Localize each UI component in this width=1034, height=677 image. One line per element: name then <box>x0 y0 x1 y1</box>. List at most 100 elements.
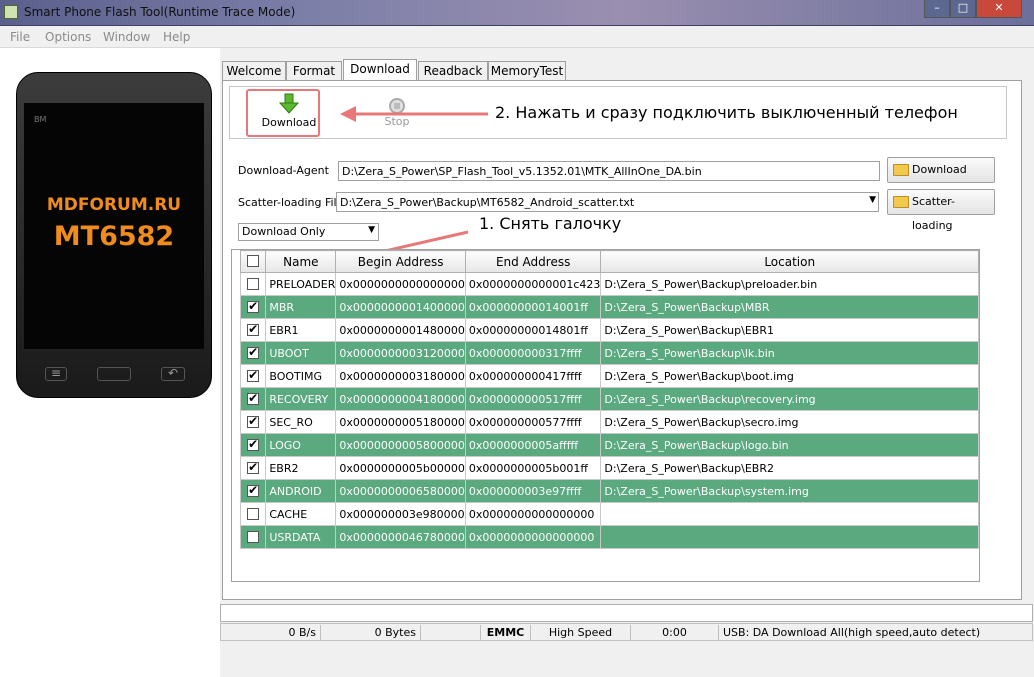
menu-options[interactable]: Options <box>45 30 91 44</box>
begin-address: 0x0000000003120000 <box>335 341 466 365</box>
column-name: Name <box>265 250 337 273</box>
end-address: 0x000000000417ffff <box>464 364 602 388</box>
download-agent-field[interactable]: D:\Zera_S_Power\SP_Flash_Tool_v5.1352.01… <box>338 161 880 181</box>
column-location: Location <box>600 250 979 273</box>
minimize-icon: – <box>934 1 940 14</box>
file-location[interactable] <box>600 525 979 549</box>
row-checkbox-cell[interactable] <box>239 479 267 503</box>
status-mode: High Speed <box>531 625 631 640</box>
row-checkbox-cell[interactable] <box>239 387 267 411</box>
file-location[interactable]: D:\Zera_S_Power\Backup\system.img <box>600 479 979 503</box>
row-checkbox[interactable] <box>247 507 260 520</box>
mode-select-value: Download Only <box>242 225 326 238</box>
tab-download[interactable]: Download <box>343 59 417 81</box>
row-checkbox[interactable] <box>247 530 260 543</box>
annotation-step1: 1. Снять галочку <box>479 214 622 233</box>
stop-button[interactable]: Stop <box>375 97 419 135</box>
tab-welcome[interactable]: Welcome <box>222 61 286 81</box>
table-row[interactable]: USRDATA 0x0000000046780000 0x0000000000000… <box>239 525 979 549</box>
table-row[interactable]: PRELOADER 0x0000000000000000 0x00000000000… <box>239 272 979 296</box>
begin-address: 0x0000000001480000 <box>335 318 466 342</box>
progress-bar <box>220 604 1033 622</box>
mode-select[interactable]: Download Only ▼ <box>238 223 379 241</box>
file-location[interactable]: D:\Zera_S_Power\Backup\logo.bin <box>600 433 979 457</box>
phone-text-forum: MDFORUM.RU <box>46 195 182 215</box>
tab-readback[interactable]: Readback <box>418 61 488 81</box>
row-checkbox[interactable] <box>247 414 260 428</box>
download-agent-label: Download-Agent <box>238 164 329 177</box>
menu-window[interactable]: Window <box>103 30 150 44</box>
file-location[interactable]: D:\Zera_S_Power\Backup\secro.img <box>600 410 979 434</box>
file-location[interactable] <box>600 502 979 526</box>
table-row[interactable]: RECOVERY0x00000000041800000x000000000517… <box>239 387 979 411</box>
file-location[interactable]: D:\Zera_S_Power\Backup\recovery.img <box>600 387 979 411</box>
row-checkbox-cell[interactable] <box>239 295 267 319</box>
maximize-button[interactable]: □ <box>950 0 976 18</box>
end-address: 0x000000000577ffff <box>464 410 602 434</box>
table-row[interactable]: EBR10x00000000014800000x00000000014801ff… <box>239 318 979 342</box>
row-checkbox-cell[interactable] <box>239 410 267 434</box>
app-icon <box>4 5 18 19</box>
scatter-label: Scatter-loading File <box>238 196 344 209</box>
row-checkbox[interactable] <box>247 345 260 359</box>
row-checkbox[interactable] <box>247 322 260 336</box>
row-checkbox[interactable] <box>247 437 260 451</box>
column-begin-address: Begin Address <box>335 250 466 273</box>
menu-file[interactable]: File <box>10 30 30 44</box>
table-row[interactable]: CACHE 0x000000003e980000 0x000000000000000… <box>239 502 979 526</box>
scatter-field[interactable]: D:\Zera_S_Power\Backup\MT6582_Android_sc… <box>336 192 879 212</box>
end-address: 0x0000000000000000 <box>464 502 602 526</box>
menu-help[interactable]: Help <box>163 30 190 44</box>
table-row[interactable]: ANDROID0x00000000065800000x000000003e97f… <box>239 479 979 503</box>
table-row[interactable]: UBOOT0x00000000031200000x000000000317fff… <box>239 341 979 365</box>
file-location[interactable]: D:\Zera_S_Power\Backup\EBR2 <box>600 456 979 480</box>
tab-format[interactable]: Format <box>286 61 342 81</box>
close-button[interactable]: ✕ <box>976 0 1022 18</box>
row-checkbox[interactable] <box>247 391 260 405</box>
begin-address: 0x0000000006580000 <box>335 479 466 503</box>
row-checkbox-cell[interactable] <box>239 502 267 526</box>
folder-icon <box>893 196 909 208</box>
row-checkbox-cell[interactable] <box>239 456 267 480</box>
window-title: Smart Phone Flash Tool(Runtime Trace Mod… <box>24 5 296 19</box>
partition-name: UBOOT <box>265 341 337 365</box>
home-key-icon <box>97 367 131 381</box>
file-location[interactable]: D:\Zera_S_Power\Backup\MBR <box>600 295 979 319</box>
row-checkbox-cell[interactable] <box>239 433 267 457</box>
partition-name: BOOTIMG <box>265 364 337 388</box>
table-row[interactable]: EBR20x0000000005b000000x0000000005b001ff… <box>239 456 979 480</box>
end-address: 0x000000000517ffff <box>464 387 602 411</box>
table-row[interactable]: SEC_RO0x00000000051800000x000000000577ff… <box>239 410 979 434</box>
row-checkbox-cell[interactable] <box>239 272 267 296</box>
select-all-checkbox[interactable] <box>247 255 260 267</box>
file-location[interactable]: D:\Zera_S_Power\Backup\boot.img <box>600 364 979 388</box>
minimize-button[interactable]: – <box>924 0 950 18</box>
scatter-loading-button[interactable]: Scatter-loading <box>887 189 995 232</box>
table-row[interactable]: LOGO0x00000000058000000x0000000005afffff… <box>239 433 979 457</box>
table-row[interactable]: BOOTIMG0x00000000031800000x000000000417f… <box>239 364 979 388</box>
partition-table: Name Begin Address End Address Location … <box>239 250 979 549</box>
row-checkbox[interactable] <box>247 460 260 474</box>
phone-image: BM MDFORUM.RU MT6582 ≡ ↶ <box>16 72 212 398</box>
row-checkbox-cell[interactable] <box>239 364 267 388</box>
download-agent-button[interactable]: Download Agent <box>887 157 995 200</box>
tab-memorytest[interactable]: MemoryTest <box>488 61 566 81</box>
begin-address: 0x0000000000000000 <box>335 272 466 296</box>
begin-address: 0x0000000005b00000 <box>335 456 466 480</box>
file-location[interactable]: D:\Zera_S_Power\Backup\preloader.bin <box>600 272 979 296</box>
row-checkbox-cell[interactable] <box>239 525 267 549</box>
status-usb: USB: DA Download All(high speed,auto det… <box>723 626 981 639</box>
row-checkbox[interactable] <box>247 277 260 290</box>
menu-key-icon: ≡ <box>45 367 67 381</box>
row-checkbox[interactable] <box>247 483 260 497</box>
table-row[interactable]: MBR0x00000000014000000x00000000014001ffD… <box>239 295 979 319</box>
file-location[interactable]: D:\Zera_S_Power\Backup\EBR1 <box>600 318 979 342</box>
begin-address: 0x0000000005180000 <box>335 410 466 434</box>
row-checkbox-cell[interactable] <box>239 341 267 365</box>
row-checkbox[interactable] <box>247 299 260 313</box>
file-location[interactable]: D:\Zera_S_Power\Backup\lk.bin <box>600 341 979 365</box>
row-checkbox[interactable] <box>247 368 260 382</box>
select-all-header[interactable] <box>239 250 267 273</box>
row-checkbox-cell[interactable] <box>239 318 267 342</box>
scatter-dropdown-icon[interactable]: ▼ <box>869 195 876 205</box>
